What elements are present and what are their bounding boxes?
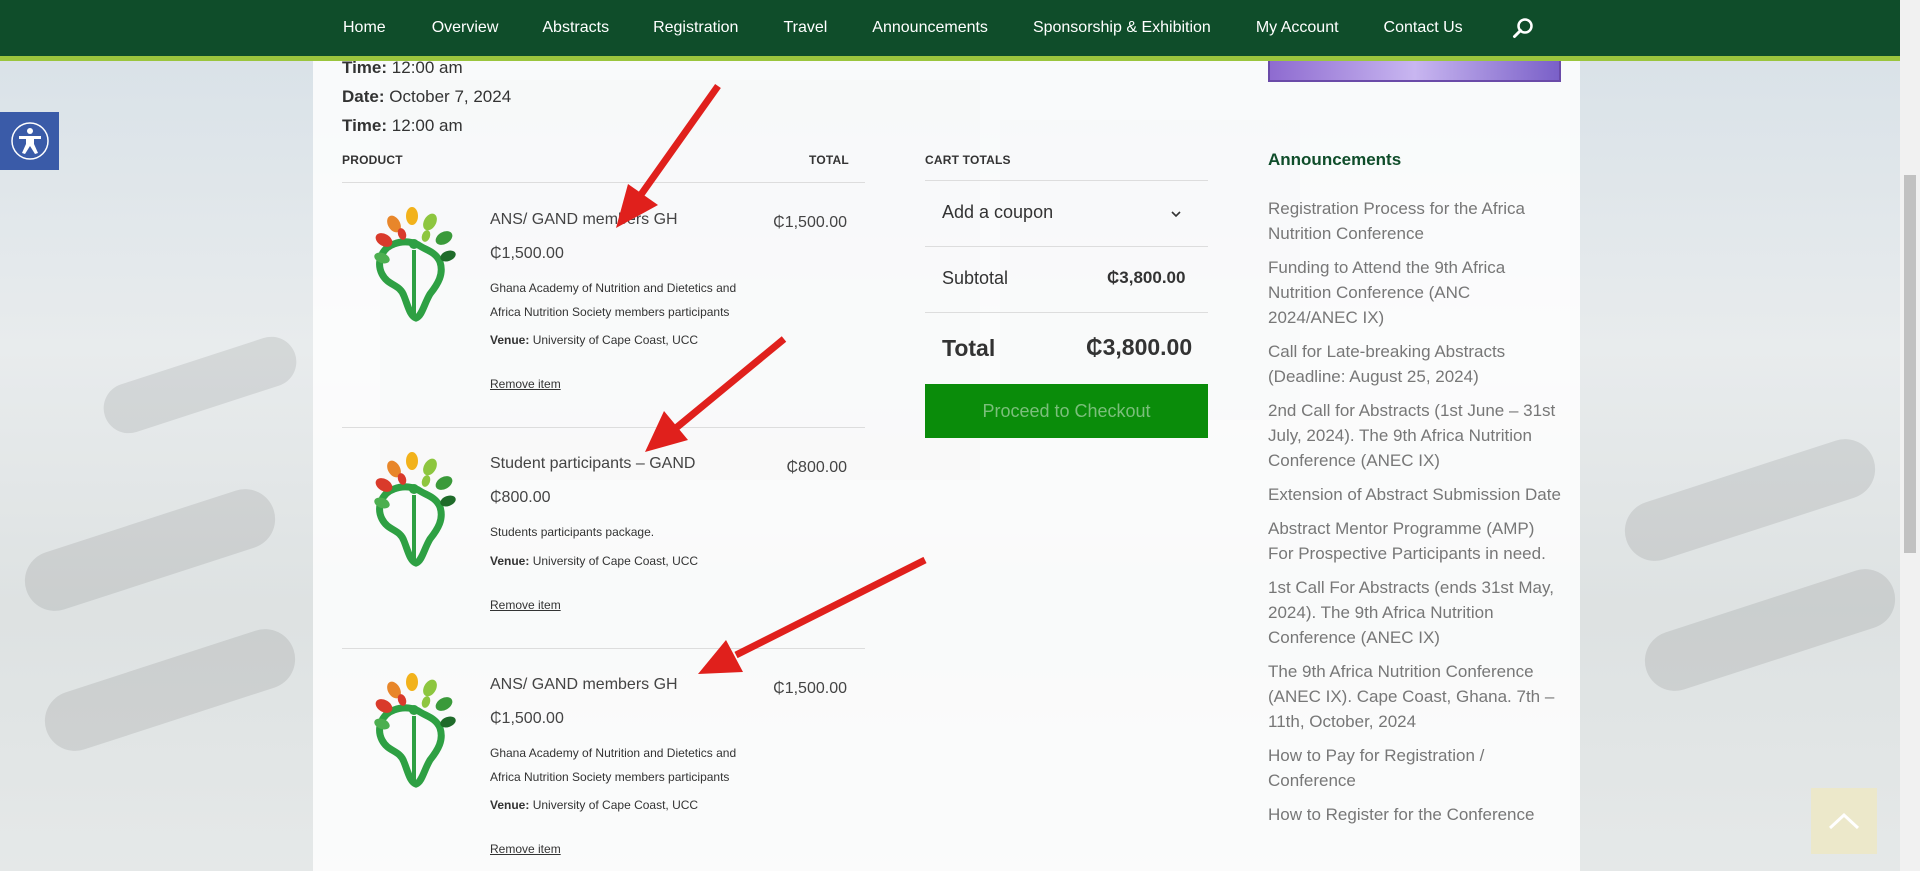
scrollbar-thumb[interactable] <box>1904 175 1916 553</box>
anc-logo <box>374 673 456 788</box>
announcement-link[interactable]: Abstract Mentor Programme (AMP) For Pros… <box>1268 516 1563 566</box>
announcement-link[interactable]: How to Pay for Registration / Conference <box>1268 743 1563 793</box>
remove-item-link[interactable]: Remove item <box>490 598 561 612</box>
product-price: ₵1,500.00 <box>490 710 564 727</box>
proceed-to-checkout-button[interactable]: Proceed to Checkout <box>925 384 1208 438</box>
subtotal-value: ₵3,800.00 <box>1107 268 1186 287</box>
product-price: ₵1,500.00 <box>490 245 564 262</box>
nav-contact-us[interactable]: Contact Us <box>1384 19 1463 37</box>
announcement-link[interactable]: Extension of Abstract Submission Date <box>1268 482 1563 507</box>
announcements-list: Registration Process for the Africa Nutr… <box>1268 196 1563 836</box>
nav-registration[interactable]: Registration <box>653 19 738 37</box>
cart-item: Student participants – GAND ₵800.00 Stud… <box>342 427 865 648</box>
chevron-down-icon[interactable] <box>1170 208 1182 220</box>
main-nav: Home Overview Abstracts Registration Tra… <box>0 0 1900 61</box>
nav-sponsorship[interactable]: Sponsorship & Exhibition <box>1033 19 1211 37</box>
product-venue: Venue: University of Cape Coast, UCC <box>490 554 699 568</box>
cart-item: ANS/ GAND members GH ₵1,500.00 Ghana Aca… <box>342 182 865 427</box>
remove-item-link[interactable]: Remove item <box>490 842 561 856</box>
product-price: ₵800.00 <box>490 489 551 506</box>
back-to-top-button[interactable] <box>1811 788 1877 854</box>
product-name[interactable]: Student participants – GAND <box>490 455 695 473</box>
total-value: ₵3,800.00 <box>1086 334 1193 360</box>
divider <box>925 246 1208 247</box>
anc-logo <box>374 452 456 567</box>
product-description: Students participants package. <box>490 525 655 539</box>
divider <box>925 312 1208 313</box>
column-product: PRODUCT <box>342 153 403 167</box>
announcement-link[interactable]: 1st Call For Abstracts (ends 31st May, 2… <box>1268 575 1563 650</box>
nav-abstracts[interactable]: Abstracts <box>542 19 609 37</box>
line-total: ₵1,500.00 <box>773 214 847 231</box>
nav-announcements[interactable]: Announcements <box>872 19 988 37</box>
line-total: ₵800.00 <box>786 459 848 476</box>
search-icon[interactable] <box>1512 17 1534 39</box>
scrollbar[interactable] <box>1900 0 1920 871</box>
anc-logo <box>374 207 456 322</box>
event-time-top: Time: 12:00 am <box>342 58 463 77</box>
announcement-link[interactable]: Funding to Attend the 9th Africa Nutriti… <box>1268 255 1563 330</box>
announcements-title: Announcements <box>1268 150 1402 169</box>
announcement-link[interactable]: The 9th Africa Nutrition Conference (ANE… <box>1268 659 1563 734</box>
nav-overview[interactable]: Overview <box>432 19 499 37</box>
product-description: Ghana Academy of Nutrition and Dietetics… <box>490 281 737 319</box>
cart-item: ANS/ GAND members GH ₵1,500.00 Ghana Aca… <box>342 648 865 871</box>
announcement-link[interactable]: How to Register for the Conference <box>1268 802 1563 827</box>
subtotal-label: Subtotal <box>942 268 1009 288</box>
line-total: ₵1,500.00 <box>773 680 847 697</box>
column-total: TOTAL <box>809 153 849 167</box>
add-coupon-toggle[interactable]: Add a coupon <box>942 202 1053 223</box>
event-date: Date: October 7, 2024 <box>342 87 512 106</box>
product-name[interactable]: ANS/ GAND members GH <box>490 211 678 229</box>
accessibility-icon <box>10 122 49 160</box>
announcement-link[interactable]: 2nd Call for Abstracts (1st June – 31st … <box>1268 398 1563 473</box>
accessibility-button[interactable] <box>0 112 59 170</box>
product-venue: Venue: University of Cape Coast, UCC <box>490 333 699 347</box>
event-time: Time: 12:00 am <box>342 116 463 135</box>
cart-totals-title: CART TOTALS <box>925 153 1011 167</box>
announcement-link[interactable]: Registration Process for the Africa Nutr… <box>1268 196 1563 246</box>
remove-item-link[interactable]: Remove item <box>490 377 561 391</box>
divider <box>925 180 1208 181</box>
product-name[interactable]: ANS/ GAND members GH <box>490 676 678 694</box>
nav-my-account[interactable]: My Account <box>1256 19 1339 37</box>
nav-home[interactable]: Home <box>343 19 386 37</box>
total-label: Total <box>942 335 996 361</box>
back-to-top-icon <box>1828 812 1860 830</box>
product-description: Ghana Academy of Nutrition and Dietetics… <box>490 746 737 784</box>
announcement-link[interactable]: Call for Late-breaking Abstracts (Deadli… <box>1268 339 1563 389</box>
nav-travel[interactable]: Travel <box>783 19 827 37</box>
product-venue: Venue: University of Cape Coast, UCC <box>490 798 699 812</box>
